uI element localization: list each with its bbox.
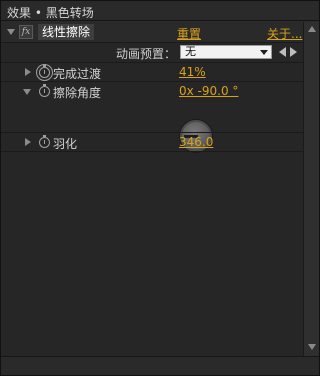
- stopwatch-icon[interactable]: [39, 135, 50, 148]
- expand-triangle-icon[interactable]: [25, 68, 31, 76]
- property-row-wipe-angle: 擦除角度 0x -90.0 °: [1, 82, 303, 100]
- previous-preset-icon[interactable]: [279, 47, 286, 57]
- preset-nav: [277, 46, 301, 58]
- property-label: 擦除角度: [53, 86, 102, 100]
- panel-footer: [1, 356, 319, 375]
- stopwatch-icon[interactable]: [39, 84, 50, 97]
- effect-name: 线性擦除: [38, 24, 95, 40]
- collapse-triangle-icon[interactable]: [23, 89, 31, 95]
- panel-title: 效果 • 黑色转场: [7, 6, 94, 20]
- vertical-scrollbar[interactable]: [303, 22, 319, 356]
- effect-header-row: fx 线性擦除 重置 关于...: [1, 22, 303, 42]
- stopwatch-icon[interactable]: [39, 65, 50, 78]
- panel-titlebar: 效果 • 黑色转场: [1, 1, 319, 21]
- property-value[interactable]: 346.0: [179, 135, 213, 149]
- scroll-down-icon[interactable]: [308, 344, 316, 350]
- preset-value: 无: [185, 45, 196, 58]
- property-value[interactable]: 0x -90.0 °: [179, 84, 238, 98]
- property-row-feather: 羽化 346.0: [1, 133, 303, 151]
- fx-toggle-icon[interactable]: fx: [19, 25, 33, 39]
- effects-panel: 效果 • 黑色转场 fx 线性擦除 重置 关于... 动画预置： 无 完成过渡 …: [0, 0, 320, 376]
- animation-preset-row: 动画预置： 无: [1, 42, 303, 62]
- chevron-down-icon: [260, 50, 268, 55]
- property-label: 完成过渡: [53, 67, 102, 81]
- collapse-triangle-icon[interactable]: [7, 29, 15, 35]
- preset-dropdown[interactable]: 无: [180, 45, 272, 59]
- scroll-up-icon[interactable]: [308, 26, 316, 32]
- effect-controls: fx 线性擦除 重置 关于... 动画预置： 无 完成过渡 41% 擦除角度 0…: [1, 22, 303, 356]
- expand-triangle-icon[interactable]: [25, 138, 31, 146]
- about-link[interactable]: 关于...: [267, 25, 302, 42]
- reset-button[interactable]: 重置: [177, 25, 201, 42]
- next-preset-icon[interactable]: [290, 47, 297, 57]
- property-label: 羽化: [53, 137, 78, 151]
- property-row-transition-completion: 完成过渡 41%: [1, 63, 303, 81]
- separator: [1, 151, 303, 152]
- preset-label: 动画预置：: [116, 47, 177, 61]
- property-value[interactable]: 41%: [179, 65, 206, 79]
